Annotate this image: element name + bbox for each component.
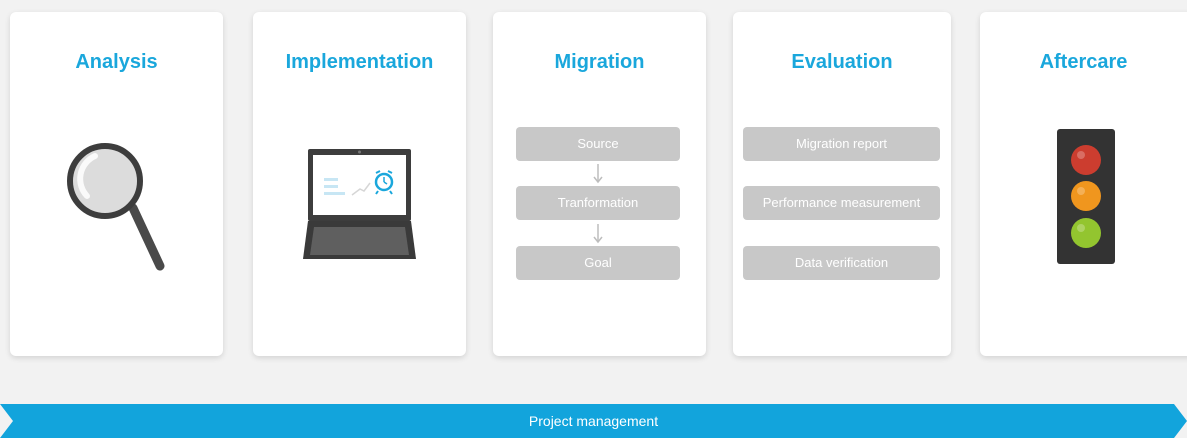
phase-card-migration: Migration Source Tranformation Goal: [493, 12, 706, 356]
project-management-label: Project management: [528, 413, 659, 429]
flow-step-transformation: Tranformation: [516, 186, 680, 220]
evaluation-item-performance-measurement: Performance measurement: [743, 186, 940, 220]
flow-arrow-down-icon: [593, 164, 603, 184]
phase-card-analysis: Analysis: [10, 12, 223, 356]
phase-card-aftercare: Aftercare: [980, 12, 1187, 356]
phase-title-aftercare: Aftercare: [1039, 51, 1128, 73]
phase-title-migration: Migration: [554, 51, 645, 73]
evaluation-item-migration-report: Migration report: [743, 127, 940, 161]
magnifier-icon: [67, 143, 165, 271]
flow-step-goal: Goal: [516, 246, 680, 280]
phase-title-analysis: Analysis: [75, 51, 158, 73]
traffic-light-icon: [1057, 129, 1115, 264]
phase-title-evaluation: Evaluation: [791, 51, 893, 73]
laptop-alarm-icon: [303, 149, 416, 259]
phase-card-implementation: Implementation: [253, 12, 466, 356]
phase-card-evaluation: Evaluation Migration report Performance …: [733, 12, 951, 356]
evaluation-item-data-verification: Data verification: [743, 246, 940, 280]
flow-step-source: Source: [516, 127, 680, 161]
phase-title-implementation: Implementation: [285, 51, 434, 73]
flow-arrow-down-icon: [593, 224, 603, 244]
